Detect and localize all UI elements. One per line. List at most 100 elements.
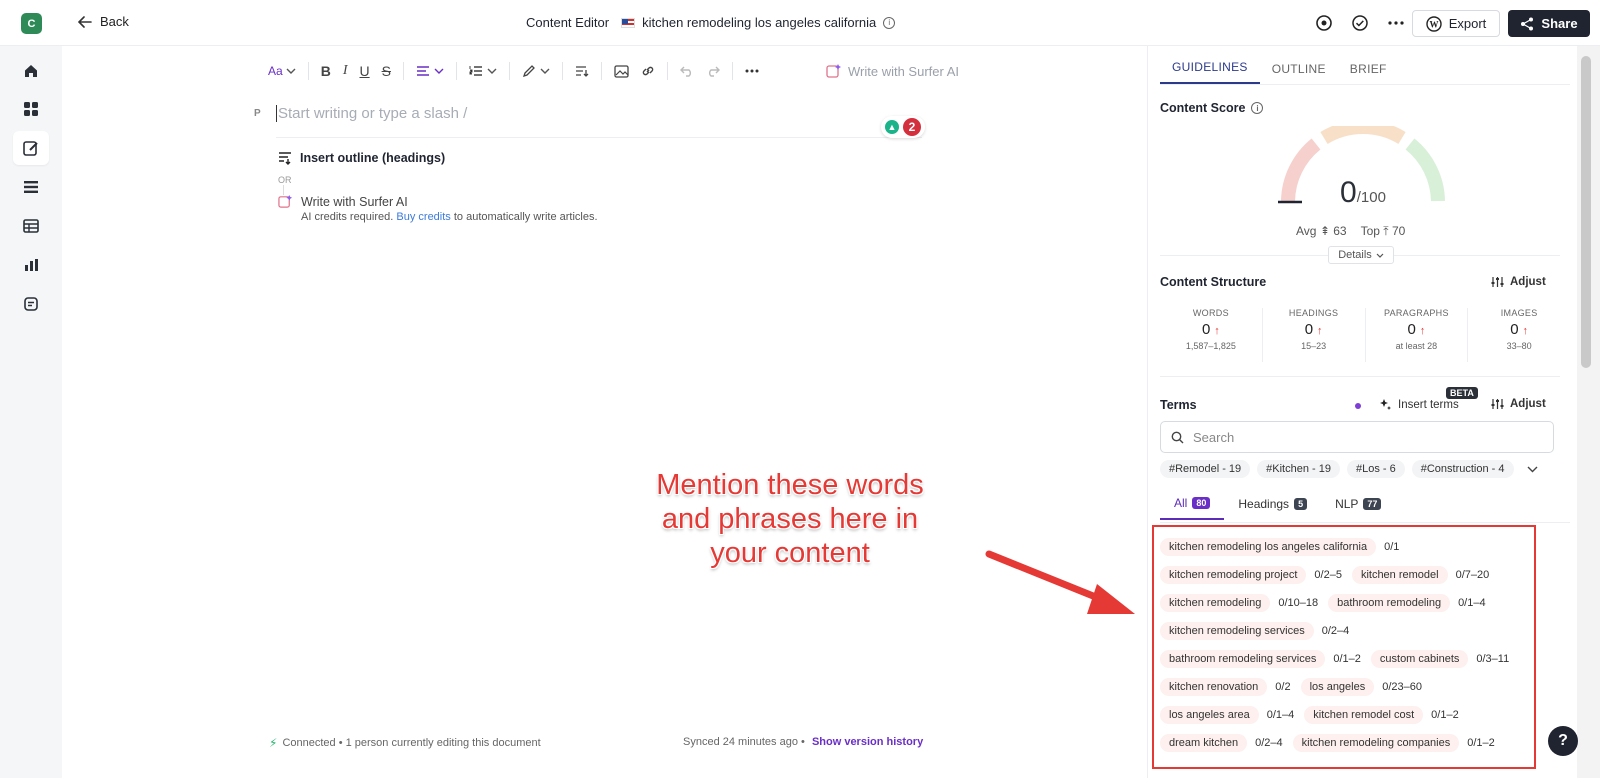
stat-value: 0 ↑ [1160, 321, 1262, 338]
underline-icon[interactable]: U [353, 60, 375, 82]
term-item[interactable]: bathroom remodeling services 0/1–2 [1160, 650, 1361, 668]
filter-tab-all[interactable]: All 80 [1160, 496, 1225, 520]
font-size-icon: Aa [268, 64, 283, 78]
info-icon[interactable]: i [1251, 102, 1264, 114]
term-item[interactable]: los angeles area 0/1–4 [1160, 706, 1294, 724]
align-left-icon [416, 66, 429, 76]
tab-guidelines[interactable]: GUIDELINES [1160, 60, 1260, 84]
stat-number: 0 [1510, 321, 1519, 338]
italic-icon[interactable]: I [337, 60, 354, 82]
bar-chart-icon[interactable] [13, 248, 49, 282]
term-item[interactable]: bathroom remodeling 0/1–4 [1328, 594, 1486, 612]
topic-chip[interactable]: #Remodel - 19 [1160, 460, 1251, 478]
term-usage: 0/1–4 [1458, 597, 1486, 609]
filter-tab-label: NLP [1335, 497, 1359, 511]
term-name: kitchen remodeling services [1160, 622, 1314, 640]
share-label: Share [1541, 16, 1578, 31]
link-icon[interactable] [635, 60, 661, 82]
image-icon[interactable] [608, 60, 635, 82]
term-item[interactable]: kitchen remodeling services 0/2–4 [1160, 622, 1349, 640]
home-icon[interactable] [13, 54, 49, 88]
version-history-link[interactable]: Show version history [812, 736, 923, 748]
editor-area: Aa B I U S Write with Surfer AI P Start … [62, 46, 1147, 778]
insert-outline-button[interactable]: Insert outline (headings) [278, 151, 445, 165]
editor-input[interactable]: Start writing or type a slash / [276, 105, 467, 122]
settings-icon[interactable] [1313, 12, 1335, 34]
filter-tab-count: 80 [1192, 497, 1211, 509]
term-item[interactable]: kitchen remodel cost 0/1–2 [1304, 706, 1459, 724]
annotation-line: your content [710, 537, 870, 569]
text-style-dropdown[interactable]: Aa [262, 60, 302, 82]
terms-search-input[interactable]: Search [1160, 421, 1554, 453]
scrollbar-thumb[interactable] [1581, 56, 1591, 368]
strikethrough-icon[interactable]: S [376, 60, 397, 82]
term-name: dream kitchen [1160, 734, 1248, 752]
tab-outline[interactable]: OUTLINE [1260, 62, 1338, 84]
content-structure-stats: WORDS 0 ↑ 1,587–1,825 HEADINGS 0 ↑ 15–23 P… [1160, 308, 1570, 362]
list-dropdown[interactable] [463, 60, 503, 82]
write-with-ai-button[interactable]: Write with Surfer AI [278, 194, 408, 209]
back-button[interactable]: Back [78, 14, 129, 29]
document-title[interactable]: kitchen remodeling los angeles californi… [621, 15, 896, 30]
insert-terms-button[interactable]: Insert terms [1379, 398, 1459, 411]
annotation-line: Mention these words [656, 469, 924, 501]
info-icon[interactable]: i [883, 16, 896, 29]
sliders-icon [1491, 399, 1504, 409]
sparkle-icon [826, 64, 841, 78]
term-item[interactable]: kitchen remodeling companies 0/1–2 [1292, 734, 1495, 752]
highlight-dropdown[interactable] [516, 60, 556, 82]
images-stat: IMAGES 0 ↑ 33–80 [1468, 308, 1570, 362]
chevron-down-icon [487, 68, 497, 74]
term-item[interactable]: kitchen remodeling los angeles californi… [1160, 538, 1399, 556]
write-with-ai-toolbar-button[interactable]: Write with Surfer AI [826, 63, 959, 79]
dashboard-icon[interactable] [13, 92, 49, 126]
top-score: Top ⤒ 70 [1361, 224, 1406, 239]
app-logo[interactable]: C [21, 13, 42, 34]
grammar-check-badge[interactable]: ▲ 2 [881, 116, 925, 138]
align-dropdown[interactable] [410, 60, 450, 82]
tab-brief[interactable]: BRIEF [1338, 62, 1399, 84]
bold-icon[interactable]: B [315, 60, 337, 82]
chevron-down-icon[interactable] [1527, 466, 1538, 473]
more-options-icon[interactable] [1385, 12, 1407, 34]
details-button[interactable]: Details [1328, 246, 1394, 264]
term-item[interactable]: los angeles 0/23–60 [1300, 678, 1422, 696]
content-editor-icon[interactable] [13, 131, 49, 165]
share-button[interactable]: Share [1508, 10, 1590, 37]
topic-chip[interactable]: #Los - 6 [1346, 460, 1405, 478]
paragraph-marker: P [254, 108, 261, 119]
term-name: los angeles [1300, 678, 1375, 696]
help-button[interactable]: ? [1548, 726, 1578, 756]
term-item[interactable]: kitchen remodeling project 0/2–5 [1160, 566, 1342, 584]
term-item[interactable]: kitchen renovation 0/2 [1160, 678, 1291, 696]
adjust-structure-button[interactable]: Adjust [1491, 276, 1546, 288]
check-circle-icon[interactable] [1349, 12, 1371, 34]
undo-icon[interactable] [674, 60, 700, 82]
topic-chip[interactable]: #Construction - 4 [1411, 460, 1514, 478]
redo-icon[interactable] [700, 60, 726, 82]
sliders-icon [1491, 277, 1504, 287]
sync-status: Synced 24 minutes ago • Show version his… [683, 736, 923, 748]
adjust-terms-button[interactable]: Adjust [1491, 398, 1546, 410]
top-actions [1313, 12, 1407, 34]
insert-block-icon[interactable] [569, 60, 595, 82]
list-icon[interactable] [13, 170, 49, 204]
document-icon[interactable] [13, 287, 49, 321]
arrow-up-icon: ↑ [1317, 325, 1323, 337]
term-item[interactable]: custom cabinets 0/3–11 [1370, 650, 1509, 668]
term-item[interactable]: kitchen remodel 0/7–20 [1351, 566, 1489, 584]
more-options-icon[interactable] [739, 60, 765, 82]
filter-tab-headings[interactable]: Headings 5 [1224, 496, 1321, 520]
chevron-down-icon [286, 68, 296, 74]
filter-tab-nlp[interactable]: NLP 77 [1321, 496, 1395, 520]
export-button[interactable]: W Export [1412, 10, 1500, 37]
buy-credits-link[interactable]: Buy credits [396, 211, 450, 223]
term-item[interactable]: kitchen remodeling 0/10–18 [1160, 594, 1318, 612]
topic-chip[interactable]: #Kitchen - 19 [1257, 460, 1340, 478]
stat-label: WORDS [1192, 308, 1229, 318]
annotation-line: and phrases here in [661, 503, 919, 535]
table-icon[interactable] [13, 209, 49, 243]
stat-range: at least 28 [1395, 341, 1438, 351]
divider [1160, 84, 1570, 85]
term-item[interactable]: dream kitchen 0/2–4 [1160, 734, 1283, 752]
